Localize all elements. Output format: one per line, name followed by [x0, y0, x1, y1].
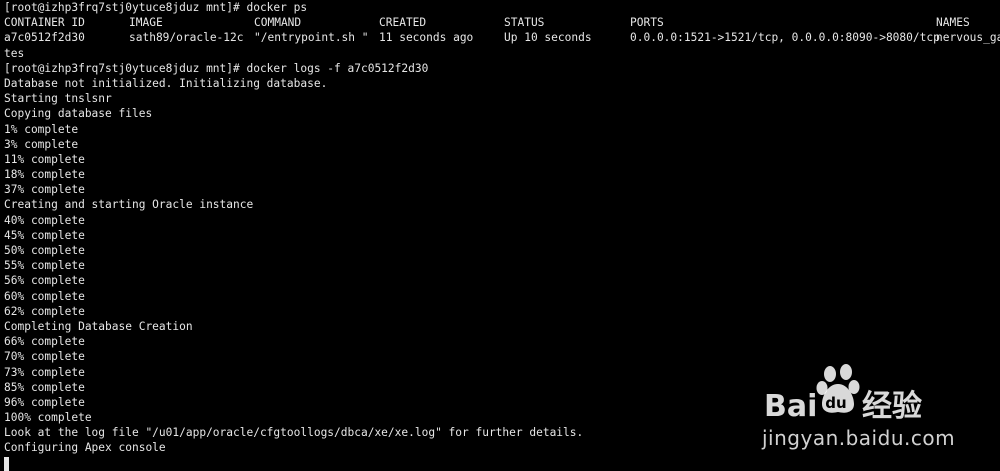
ps-header-row: CONTAINER ID IMAGE COMMAND CREATED STATU… [4, 15, 1000, 30]
log-line: 66% complete [4, 335, 85, 349]
baidu-logo-icon: du Bai 经验 [764, 364, 922, 424]
watermark-url: jingyan.baidu.com [762, 426, 956, 450]
svg-text:经验: 经验 [862, 389, 922, 424]
log-line: 3% complete [4, 137, 79, 151]
log-line: 1% complete [4, 122, 79, 136]
ps-names-wrap: tes [4, 46, 25, 60]
ps-header-status: STATUS [504, 16, 545, 30]
ps-cell-status: Up 10 seconds [504, 31, 592, 45]
log-line: Creating and starting Oracle instance [4, 198, 254, 212]
svg-text:Bai: Bai [764, 389, 817, 424]
ps-cell-names: nervous_ga [936, 31, 1000, 45]
ps-header-created: CREATED [379, 16, 427, 30]
log-line: 18% complete [4, 168, 85, 182]
log-line: 62% complete [4, 304, 85, 318]
command-line-docker-ps: [root@izhp3frq7stj0ytuce8jduz mnt]# dock… [4, 1, 308, 14]
ps-cell-image: sath89/oracle-12c [129, 31, 244, 45]
command-line-docker-logs: [root@izhp3frq7stj0ytuce8jduz mnt]# dock… [4, 61, 429, 75]
log-line: 45% complete [4, 228, 85, 242]
ps-header-names: NAMES [936, 16, 970, 30]
log-line: 40% complete [4, 213, 85, 227]
log-line: 56% complete [4, 274, 85, 288]
log-line: Starting tnslsnr [4, 92, 112, 106]
ps-header-command: COMMAND [254, 16, 302, 30]
terminal-cursor [4, 456, 9, 471]
ps-cell-ports: 0.0.0.0:1521->1521/tcp, 0.0.0.0:8090->80… [630, 31, 940, 45]
log-line: 50% complete [4, 244, 85, 257]
svg-text:du: du [825, 394, 846, 412]
ps-cell-command: "/entrypoint.sh " [254, 31, 369, 45]
log-line: 11% complete [4, 152, 85, 166]
ps-data-row: a7c0512f2d30 sath89/oracle-12c "/entrypo… [4, 30, 1000, 45]
log-line: Completing Database Creation [4, 319, 193, 333]
ps-header-image: IMAGE [129, 16, 163, 30]
log-line: 37% complete [4, 183, 85, 197]
log-line: Copying database files [4, 107, 153, 121]
baidu-jingyan-watermark: du Bai 经验 jingyan.baidu.com [762, 362, 956, 458]
ps-header-ports: PORTS [630, 16, 664, 30]
ps-cell-created: 11 seconds ago [379, 31, 474, 45]
ps-cell-container-id: a7c0512f2d30 [4, 31, 85, 45]
log-line: 55% complete [4, 259, 85, 273]
ps-header-container-id: CONTAINER ID [4, 16, 85, 30]
log-line: 60% complete [4, 289, 85, 303]
log-line: Database not initialized. Initializing d… [4, 76, 328, 90]
